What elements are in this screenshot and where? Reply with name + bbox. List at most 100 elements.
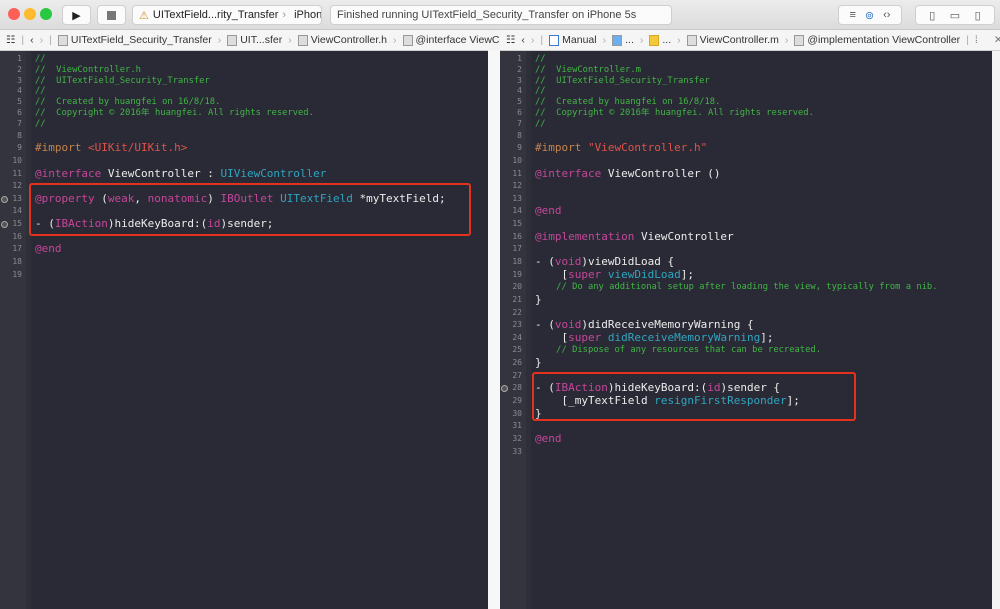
related-items-icon[interactable]: ☷ xyxy=(6,34,15,46)
close-editor-button[interactable]: ✕ xyxy=(994,34,1000,46)
line-number[interactable]: 21 xyxy=(500,294,525,307)
implementation-editor[interactable]: 1 // 2 // ViewController.m 3 // UITextField_S… xyxy=(500,51,992,609)
line-number[interactable]: 29 xyxy=(500,395,525,408)
utilities-toggle-icon[interactable]: ▯ xyxy=(975,9,981,22)
line-number[interactable]: 17 xyxy=(500,243,525,256)
code-token: [ xyxy=(535,330,569,344)
line-number[interactable]: 10 xyxy=(0,155,25,168)
connection-indicator-icon[interactable] xyxy=(501,385,508,393)
assistant-editor-icon[interactable]: ⊚ xyxy=(865,9,874,22)
line-number[interactable]: 11 xyxy=(500,168,525,181)
connection-indicator-icon[interactable] xyxy=(1,221,8,229)
line-number[interactable]: 25 xyxy=(500,344,525,357)
line-number[interactable]: 15 xyxy=(0,218,25,231)
line-number[interactable]: 28 xyxy=(500,382,525,395)
line-number[interactable]: 2 xyxy=(0,65,25,76)
line-number[interactable]: 20 xyxy=(500,281,525,294)
line-number[interactable]: 13 xyxy=(500,193,525,206)
code-token: // xyxy=(35,86,46,97)
line-number[interactable]: 9 xyxy=(0,142,25,155)
breadcrumb-mode[interactable]: Manual xyxy=(549,34,597,46)
line-number[interactable]: 2 xyxy=(500,65,525,76)
zoom-window-button[interactable] xyxy=(40,8,52,20)
line-number[interactable]: 5 xyxy=(0,97,25,108)
line-number[interactable]: 19 xyxy=(0,269,25,282)
line-number[interactable]: 5 xyxy=(500,97,525,108)
line-number[interactable]: 16 xyxy=(0,231,25,244)
line-number[interactable]: 18 xyxy=(500,256,525,269)
line-number[interactable]: 9 xyxy=(500,142,525,155)
line-number[interactable]: 10 xyxy=(500,155,525,168)
breadcrumb-group[interactable]: ... xyxy=(649,34,671,46)
forward-button[interactable]: › xyxy=(531,34,535,46)
line-number[interactable]: 24 xyxy=(500,332,525,345)
scheme-selector[interactable]: ⚠ UITextField...rity_Transfer › iPhone 6… xyxy=(132,5,322,25)
add-editor-button[interactable]: ⁞ xyxy=(975,34,978,46)
line-number[interactable]: 8 xyxy=(500,130,525,143)
line-number[interactable]: 12 xyxy=(0,180,25,193)
code-token: ]; xyxy=(760,330,774,344)
line-number[interactable]: 4 xyxy=(500,86,525,97)
line-number[interactable]: 19 xyxy=(500,269,525,282)
code-line: 21} xyxy=(500,293,992,307)
breadcrumb-symbol[interactable]: @implementation ViewController xyxy=(794,34,960,46)
line-number[interactable]: 18 xyxy=(0,256,25,269)
line-number[interactable]: 27 xyxy=(500,370,525,383)
line-number[interactable]: 1 xyxy=(500,54,525,65)
editor-divider[interactable] xyxy=(488,51,500,609)
breadcrumb-file[interactable]: ViewController.m xyxy=(686,34,779,46)
line-number[interactable]: 6 xyxy=(500,108,525,119)
line-number[interactable]: 14 xyxy=(500,205,525,218)
line-number[interactable]: 6 xyxy=(0,108,25,119)
line-number[interactable]: 16 xyxy=(500,231,525,244)
version-editor-icon[interactable]: ‹› xyxy=(883,9,890,21)
breadcrumb-label: UIT...sfer xyxy=(240,34,283,46)
debug-area-toggle-icon[interactable]: ▭ xyxy=(950,9,960,22)
code-token: super xyxy=(568,330,602,344)
code-line: 7 // xyxy=(500,119,992,130)
connection-indicator-icon[interactable] xyxy=(1,195,8,203)
line-number[interactable]: 15 xyxy=(500,218,525,231)
line-number[interactable]: 3 xyxy=(0,76,25,87)
line-number[interactable]: 14 xyxy=(0,205,25,218)
line-number[interactable]: 12 xyxy=(500,180,525,193)
line-number[interactable]: 8 xyxy=(0,130,25,143)
line-number[interactable]: 30 xyxy=(500,408,525,421)
line-number[interactable]: 31 xyxy=(500,420,525,433)
line-number[interactable]: 13 xyxy=(0,193,25,206)
run-button[interactable]: ▶ xyxy=(62,5,91,25)
code-token: - ( xyxy=(535,254,555,268)
line-number[interactable]: 17 xyxy=(0,243,25,256)
stop-button[interactable] xyxy=(97,5,126,25)
header-editor[interactable]: 1 // 2 // ViewController.h 3 // UITextField_S… xyxy=(0,51,488,609)
breadcrumb-project[interactable]: UITextField_Security_Transfer xyxy=(57,34,212,46)
back-button[interactable]: ‹ xyxy=(30,34,34,46)
line-number[interactable]: 26 xyxy=(500,357,525,370)
breadcrumb-group[interactable]: UIT...sfer xyxy=(227,34,282,46)
navigator-toggle-icon[interactable]: ▯ xyxy=(929,9,935,22)
line-number[interactable]: 7 xyxy=(0,119,25,130)
related-items-icon[interactable]: ☷ xyxy=(506,34,515,46)
standard-editor-icon[interactable]: ≡ xyxy=(850,9,856,21)
back-button[interactable]: ‹ xyxy=(521,34,525,46)
line-number[interactable]: 11 xyxy=(0,168,25,181)
code-token: // UITextField_Security_Transfer xyxy=(535,75,710,86)
line-number[interactable]: 4 xyxy=(0,86,25,97)
line-number[interactable]: 3 xyxy=(500,76,525,87)
code-token: @implementation xyxy=(535,229,635,243)
breadcrumb-file[interactable]: ViewController.h xyxy=(297,34,387,46)
minimize-window-button[interactable] xyxy=(24,8,36,20)
breadcrumb-project[interactable]: ... xyxy=(612,34,634,46)
code-text: // Created by huangfei on 16/8/18. xyxy=(25,97,220,108)
line-number[interactable]: 7 xyxy=(500,119,525,130)
code-token: // ViewController.h xyxy=(35,64,141,75)
line-number[interactable]: 23 xyxy=(500,319,525,332)
forward-button[interactable]: › xyxy=(40,34,44,46)
line-number[interactable]: 1 xyxy=(0,54,25,65)
line-number[interactable]: 32 xyxy=(500,433,525,446)
toolbar: ▶ ⚠ UITextField...rity_Transfer › iPhone… xyxy=(0,0,1000,30)
line-number[interactable]: 33 xyxy=(500,446,525,459)
breadcrumb-label: UITextField_Security_Transfer xyxy=(70,34,212,46)
close-window-button[interactable] xyxy=(8,8,20,20)
line-number[interactable]: 22 xyxy=(500,307,525,320)
